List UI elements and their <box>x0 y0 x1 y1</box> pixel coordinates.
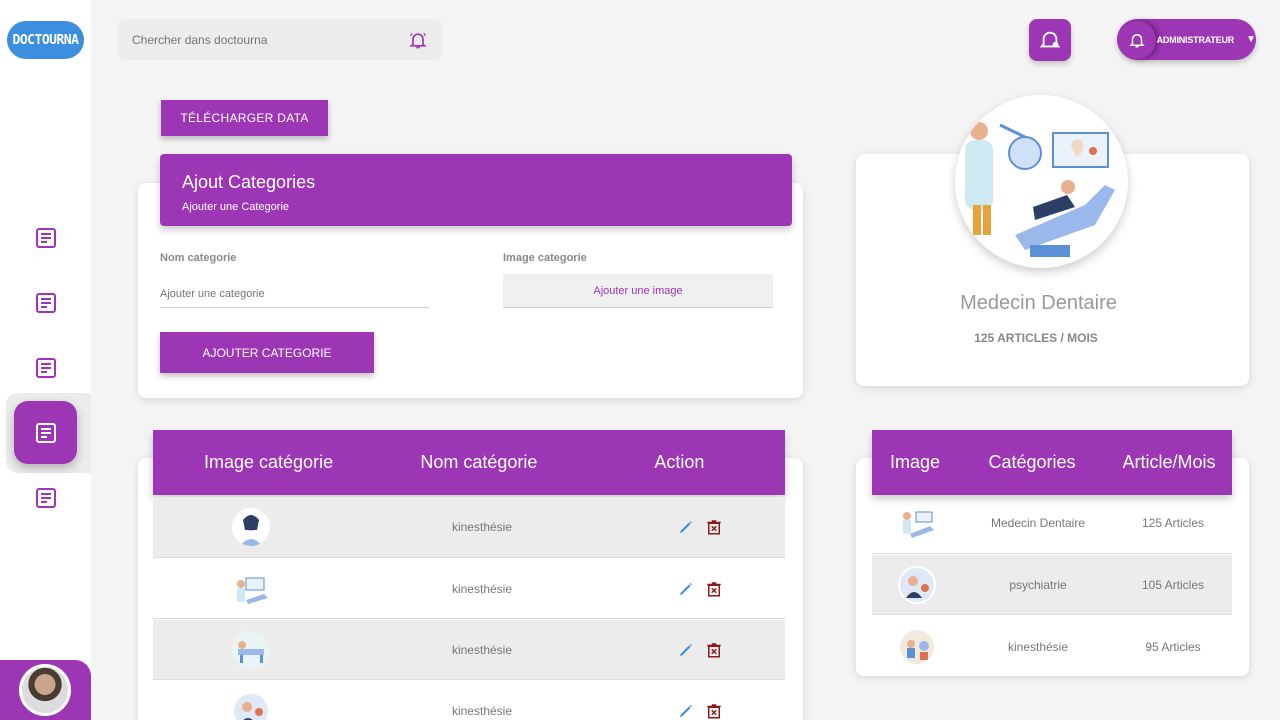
admin-label: ADMINISTRATEUR <box>1156 34 1235 45</box>
article-count-cell: 105 Articles <box>1141 577 1205 592</box>
category-name-input[interactable] <box>160 280 429 308</box>
action-cell <box>615 641 785 659</box>
chevron-down-icon: ▼ <box>1246 34 1256 45</box>
table-row: kinesthésie <box>153 681 785 720</box>
alarm-icon <box>1039 31 1061 48</box>
category-image-cell <box>872 627 962 666</box>
action-cell <box>615 580 785 598</box>
download-data-button[interactable]: TÉLÉCHARGER DATA <box>161 100 328 136</box>
table-row: psychiatrie 105 Articles <box>872 555 1232 615</box>
category-name-cell: kinesthésie <box>451 704 513 718</box>
notifications-button[interactable] <box>1029 19 1071 61</box>
sidebar-item-2[interactable] <box>14 271 77 334</box>
add-image-button[interactable]: Ajouter une image <box>503 274 773 308</box>
admin-bell <box>1118 20 1156 59</box>
document-icon <box>35 487 56 508</box>
category-thumbnail <box>898 627 936 666</box>
bell-icon <box>1128 33 1145 47</box>
column-header: Image <box>889 452 941 472</box>
profile-name: Medecin Dentaire <box>960 292 1117 314</box>
table-row: kinesthésie <box>153 497 785 558</box>
action-cell <box>615 702 785 720</box>
category-thumbnail <box>898 504 936 542</box>
table-row: kinesthésie 95 Articles <box>872 616 1232 677</box>
delete-icon[interactable] <box>705 702 723 720</box>
category-image-cell <box>153 692 349 720</box>
edit-icon[interactable] <box>677 641 695 659</box>
delete-icon[interactable] <box>705 580 723 598</box>
category-thumbnail <box>898 565 936 604</box>
card-title: Ajout Categories <box>182 172 316 192</box>
category-thumbnail <box>232 569 270 608</box>
document-icon <box>35 422 56 443</box>
category-name-cell: kinesthésie <box>451 642 513 657</box>
sidebar-item-1[interactable] <box>14 206 77 269</box>
card-subtitle: Ajouter une Categorie <box>182 201 290 213</box>
category-thumbnail <box>232 692 270 720</box>
category-name-cell: Medecin Dentaire <box>990 516 1086 530</box>
bell-icon[interactable] <box>408 30 428 50</box>
document-icon <box>35 292 56 313</box>
sidebar-item-3[interactable] <box>14 336 77 399</box>
document-icon <box>35 227 56 248</box>
category-name-cell: kinesthésie <box>1007 639 1069 654</box>
stats-table-header: Image Catégories Article/Mois <box>872 430 1232 495</box>
search-bar <box>118 19 442 60</box>
column-header: Image catégorie <box>204 452 334 472</box>
sidebar-item-5[interactable] <box>14 466 77 529</box>
category-name-cell: psychiatrie <box>1009 577 1067 592</box>
category-image-cell <box>153 630 349 669</box>
table-row: kinesthésie <box>153 559 785 619</box>
table-row: Medecin Dentaire 125 Articles <box>872 493 1232 554</box>
category-thumbnail <box>232 630 270 669</box>
profile-stat: 125 ARTICLES / MOIS <box>974 331 1098 345</box>
search-input[interactable] <box>132 32 408 47</box>
avatar[interactable] <box>19 664 71 716</box>
sidebar-item-categories[interactable] <box>14 401 77 464</box>
article-count-cell: 125 Articles <box>1141 516 1205 530</box>
categories-table-header: Image catégorie Nom catégorie Action <box>153 430 785 495</box>
logo[interactable]: DOCTOURNA <box>7 21 84 59</box>
category-image-cell <box>153 508 349 546</box>
add-category-header: Ajout Categories Ajouter une Categorie <box>160 154 792 226</box>
delete-icon[interactable] <box>705 641 723 659</box>
column-header: Article/Mois <box>1122 452 1216 472</box>
action-cell <box>615 518 785 536</box>
column-header: Action <box>654 452 705 472</box>
document-icon <box>35 357 56 378</box>
edit-icon[interactable] <box>677 518 695 536</box>
delete-icon[interactable] <box>705 518 723 536</box>
category-image-cell <box>872 504 962 542</box>
column-header: Catégories <box>988 452 1076 472</box>
article-count-cell: 95 Articles <box>1145 639 1201 654</box>
column-header: Nom catégorie <box>420 452 538 472</box>
category-image-cell <box>153 569 349 608</box>
category-name-cell: kinesthésie <box>451 520 513 534</box>
edit-icon[interactable] <box>677 580 695 598</box>
admin-menu-button[interactable]: ADMINISTRATEUR ▼ <box>1117 19 1256 60</box>
sidebar: DOCTOURNA <box>0 0 91 720</box>
name-label: Nom categorie <box>160 252 237 264</box>
image-label: Image categorie <box>503 252 587 264</box>
category-thumbnail <box>232 508 270 546</box>
edit-icon[interactable] <box>677 702 695 720</box>
category-image-cell <box>872 565 962 604</box>
add-category-button[interactable]: AJOUTER CATEGORIE <box>160 332 374 373</box>
dentist-illustration <box>955 95 1128 268</box>
category-name-cell: kinesthésie <box>451 581 513 596</box>
table-row: kinesthésie <box>153 620 785 680</box>
